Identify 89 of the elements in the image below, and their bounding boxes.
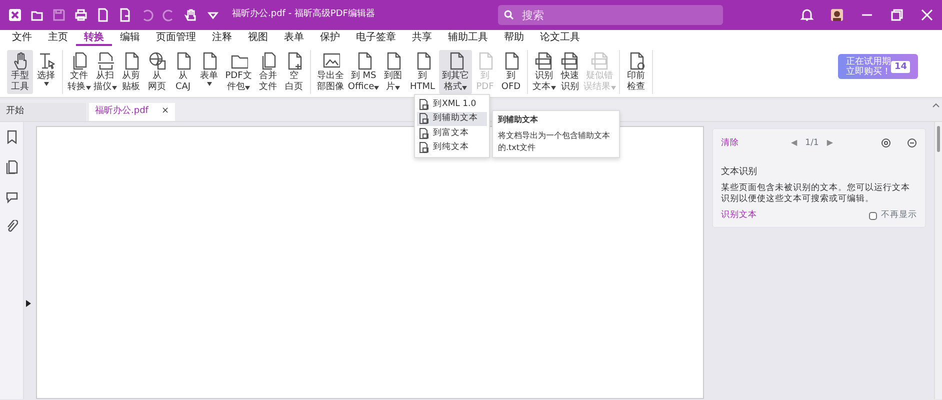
- ribbon-button[interactable]: 到 OFD: [498, 50, 524, 94]
- checkbox-label: 不再显示: [881, 209, 917, 222]
- document-icon: [419, 128, 429, 139]
- ribbon-button[interactable]: 从扫 描仪: [92, 50, 118, 94]
- caret-icon: [395, 86, 400, 90]
- pages-icon[interactable]: [6, 160, 18, 174]
- search-icon: [504, 10, 514, 20]
- ribbon-button[interactable]: 到 MS Office: [347, 50, 380, 94]
- avatar-icon[interactable]: [830, 8, 844, 22]
- close-icon[interactable]: [920, 8, 934, 22]
- document-tab[interactable]: 福昕办公.pdf ×: [89, 103, 175, 121]
- caret-icon: [86, 86, 90, 90]
- ribbon-button[interactable]: 选择: [33, 50, 59, 94]
- ribbon-button[interactable]: 从剪 贴板: [118, 50, 144, 94]
- app-logo-icon[interactable]: [8, 8, 22, 22]
- tooltip-title: 到辅助文本: [498, 114, 539, 126]
- page-counter: 1/1: [805, 137, 819, 150]
- hand-icon: [11, 51, 29, 71]
- menu-tab[interactable]: 电子签章: [348, 30, 404, 46]
- menu-tab[interactable]: 文件: [4, 30, 40, 46]
- restore-icon[interactable]: [890, 8, 904, 22]
- menu-tab[interactable]: 编辑: [112, 30, 148, 46]
- checkbox[interactable]: [869, 212, 877, 220]
- caret-icon: [112, 86, 116, 90]
- recognize-text-link[interactable]: 识别文本: [721, 209, 757, 222]
- ribbon-button[interactable]: 从 CAJ: [170, 50, 196, 94]
- comment-icon[interactable]: [6, 190, 18, 204]
- window-title: 福昕办公.pdf - 福昕高级PDF编辑器: [232, 8, 375, 22]
- menu-tab[interactable]: 论文工具: [532, 30, 588, 46]
- panel-title: 文本识别: [721, 166, 758, 179]
- expand-arrow-icon[interactable]: [26, 300, 31, 307]
- menu-tab[interactable]: 共享: [404, 30, 440, 46]
- text-select-icon: [37, 51, 55, 71]
- settings-icon[interactable]: [881, 138, 891, 148]
- close-tab-icon[interactable]: ×: [161, 105, 169, 119]
- ribbon-button[interactable]: 手型 工具: [7, 50, 33, 94]
- print-icon[interactable]: [74, 8, 88, 22]
- menu-tab[interactable]: 帮助: [496, 30, 532, 46]
- ribbon-button[interactable]: 到其它 格式: [439, 50, 472, 94]
- globe-icon: [148, 51, 166, 71]
- scanner-icon: [96, 51, 114, 71]
- document-icon: [419, 142, 429, 154]
- menu-tab[interactable]: 保护: [312, 30, 348, 46]
- document-icon[interactable]: [96, 8, 110, 22]
- ribbon-button[interactable]: 表单: [196, 50, 222, 94]
- menu-tab[interactable]: 注释: [204, 30, 240, 46]
- menu-tab[interactable]: 主页: [40, 30, 76, 46]
- menu-item[interactable]: 到纯文本: [417, 140, 487, 155]
- days-badge: 14: [891, 60, 910, 72]
- panel-description: 某些页面包含未被识别的文本。您可以运行文本识别以便使这些文本可搜索或可编辑。: [721, 183, 911, 206]
- caret-icon: [245, 86, 250, 90]
- document-tab[interactable]: 开始: [0, 103, 86, 121]
- menu-tab[interactable]: 页面管理: [148, 30, 204, 46]
- tooltip-text: 将文档导出为一个包含辅助文本的.txt文件: [498, 130, 611, 154]
- ribbon-button[interactable]: 文件 转换: [66, 50, 92, 94]
- ribbon-button[interactable]: 从 网页: [144, 50, 170, 94]
- collapse-icon[interactable]: [907, 138, 917, 148]
- ribbon-button[interactable]: 印前 检查: [623, 50, 649, 94]
- search-field[interactable]: 搜索: [498, 5, 723, 25]
- paperclip-icon[interactable]: [6, 220, 18, 234]
- bookmark-icon[interactable]: [6, 130, 18, 144]
- menu-item[interactable]: 到辅助文本: [417, 112, 487, 126]
- menu-tab[interactable]: 表单: [276, 30, 312, 46]
- menu-tab[interactable]: 视图: [240, 30, 276, 46]
- hand-icon[interactable]: [184, 8, 198, 22]
- menu-item[interactable]: 到XML 1.0: [417, 97, 487, 112]
- ribbon-button[interactable]: 到图 片: [380, 50, 406, 94]
- scrollbar-thumb[interactable]: [937, 126, 940, 152]
- caret-icon: [374, 86, 380, 90]
- caret-icon: [550, 86, 556, 90]
- ribbon-button[interactable]: 到 HTML: [406, 50, 439, 94]
- caret-icon: [462, 86, 467, 90]
- caret-icon: [206, 82, 212, 86]
- document-icon: [419, 113, 429, 124]
- ribbon-button[interactable]: 空 白页: [281, 50, 307, 94]
- document-icon: [419, 98, 429, 110]
- ribbon-button[interactable]: PDF文 件包: [222, 50, 255, 94]
- caret-icon: [610, 86, 616, 90]
- collapse-ribbon-icon[interactable]: [932, 102, 940, 108]
- ribbon-button[interactable]: 快速 识别: [557, 50, 583, 94]
- ribbon-button[interactable]: 合并 文件: [255, 50, 281, 94]
- clear-link[interactable]: 清除: [721, 137, 739, 150]
- caret-icon: [44, 82, 48, 86]
- ribbon-button[interactable]: 识别 文本: [531, 50, 557, 94]
- new-document-icon[interactable]: [118, 8, 132, 22]
- bell-icon[interactable]: [800, 8, 814, 22]
- menu-item[interactable]: 到富文本: [417, 126, 487, 140]
- ribbon-button[interactable]: 导出全 部图像: [314, 50, 347, 94]
- menu-tab[interactable]: 辅助工具: [440, 30, 496, 46]
